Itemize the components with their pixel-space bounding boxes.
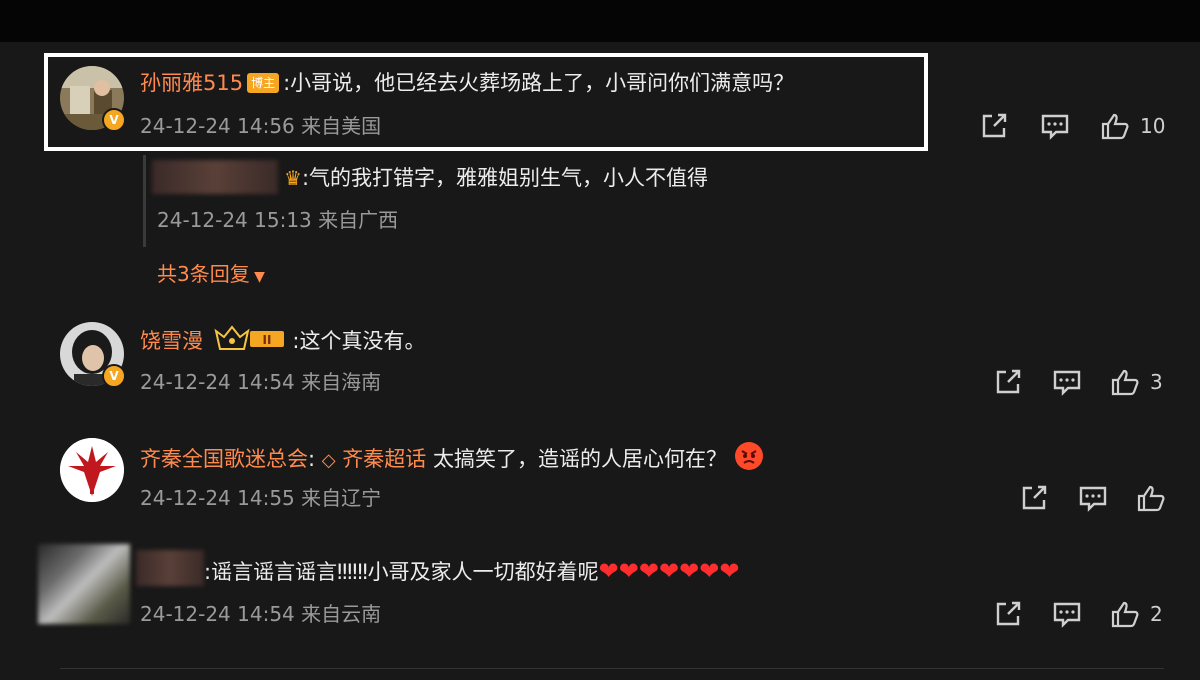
angry-emoji-icon	[734, 441, 764, 479]
comment-text: 太搞笑了，造谣的人居心何在？	[426, 447, 727, 471]
reply-thread-line	[143, 155, 146, 247]
divider	[60, 668, 1164, 669]
comment-timestamp: 24-12-24 14:55 来自辽宁	[140, 486, 382, 510]
comment-text: :小哥说，他已经去火葬场路上了，小哥问你们满意吗？	[283, 71, 795, 95]
comment-actions: 2	[994, 600, 1174, 630]
username[interactable]: 孙丽雅515	[140, 71, 243, 95]
verified-badge-icon: V	[102, 108, 126, 132]
heart-emoji-row: ❤❤❤❤❤❤❤	[598, 557, 740, 585]
topic-link[interactable]: 齐秦超话	[342, 447, 426, 471]
like-icon[interactable]	[1110, 368, 1140, 396]
comment-timestamp: 24-12-24 14:54 来自云南	[140, 602, 382, 626]
like-count: 3	[1150, 370, 1163, 394]
like-count: 2	[1150, 602, 1163, 626]
like-count: 10	[1140, 114, 1166, 138]
share-icon[interactable]	[980, 112, 1010, 140]
comment-actions: 10	[980, 112, 1170, 142]
redacted-username	[136, 550, 204, 586]
diamond-icon: ◇	[321, 450, 336, 471]
svg-text:II: II	[262, 333, 271, 347]
comment-timestamp: 24-12-24 14:54 来自海南	[140, 370, 382, 394]
comment-timestamp: 24-12-24 14:56 来自美国	[140, 114, 382, 138]
author-tag: 博主	[247, 73, 280, 93]
username[interactable]: 齐秦全国歌迷总会	[140, 447, 308, 471]
comment-icon[interactable]	[1052, 368, 1082, 396]
comment-actions	[1020, 484, 1170, 514]
comment-text: :这个真没有。	[292, 329, 426, 353]
verified-badge-icon: V	[102, 364, 126, 388]
username[interactable]: 饶雪漫	[140, 329, 203, 353]
dropdown-triangle-icon: ▼	[249, 269, 265, 285]
share-icon[interactable]	[994, 600, 1024, 628]
avatar[interactable]	[60, 438, 124, 502]
comment-icon[interactable]	[1078, 484, 1108, 512]
reply-text: :气的我打错字，雅雅姐别生气，小人不值得	[301, 166, 709, 190]
crown-icon: II	[214, 325, 286, 359]
reply-timestamp: 24-12-24 15:13 来自广西	[157, 208, 399, 232]
like-icon[interactable]	[1100, 112, 1130, 140]
comment-icon[interactable]	[1040, 112, 1070, 140]
redacted-username	[152, 160, 278, 194]
share-icon[interactable]	[1020, 484, 1050, 512]
top-bar	[0, 0, 1200, 42]
like-icon[interactable]	[1136, 484, 1166, 512]
redacted-avatar	[38, 544, 130, 624]
crown-icon: ♛	[284, 166, 302, 190]
separator: :	[308, 447, 316, 471]
more-replies-link[interactable]: 共3条回复 ▼	[157, 258, 265, 287]
like-icon[interactable]	[1110, 600, 1140, 628]
comment-text: :谣言谣言谣言‼‼‼小哥及家人一切都好着呢	[204, 560, 599, 584]
comment-icon[interactable]	[1052, 600, 1082, 628]
comment-actions: 3	[994, 368, 1174, 398]
share-icon[interactable]	[994, 368, 1024, 396]
